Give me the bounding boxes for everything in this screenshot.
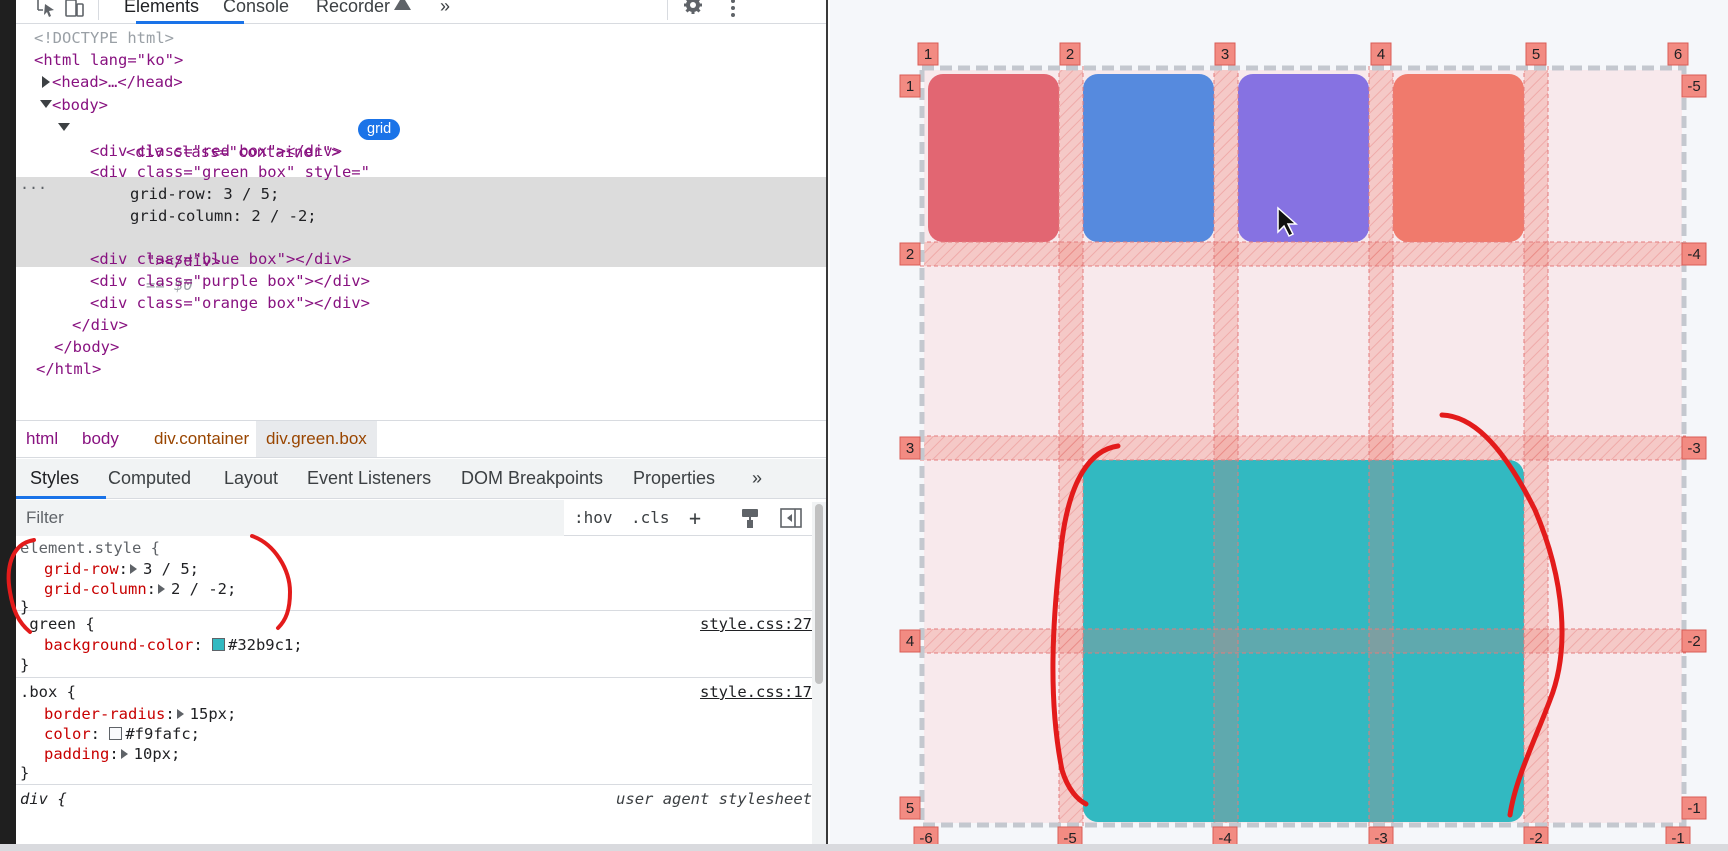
column-line-label: 5 — [1525, 42, 1547, 66]
row-labels-right: -5 -4 -3 -2 -1 — [1681, 74, 1707, 820]
column-line-label: 4 — [1370, 42, 1392, 66]
row-gap — [1083, 629, 1524, 653]
row-line-label: 2 — [899, 242, 921, 266]
orange-box[interactable] — [1393, 74, 1524, 242]
row-labels-left: 1 2 3 4 5 — [899, 74, 921, 820]
window-bottom-edge — [0, 844, 1728, 851]
column-line-label: 3 — [1214, 42, 1236, 66]
row-gap — [924, 436, 1682, 460]
svg-text:2: 2 — [1066, 46, 1074, 63]
svg-text:-2: -2 — [1687, 633, 1700, 650]
column-labels-top: 1 2 3 4 5 6 — [917, 42, 1689, 66]
row-line-label: 3 — [899, 436, 921, 460]
row-line-label: -5 — [1681, 74, 1707, 98]
svg-text:4: 4 — [906, 633, 914, 650]
svg-text:5: 5 — [906, 800, 914, 817]
column-line-label: 6 — [1667, 42, 1689, 66]
blue-box[interactable] — [1083, 74, 1214, 242]
row-line-label: -1 — [1681, 796, 1707, 820]
svg-text:-4: -4 — [1687, 246, 1700, 263]
row-line-label: -4 — [1681, 242, 1707, 266]
svg-text:5: 5 — [1532, 46, 1540, 63]
row-line-label: 5 — [899, 796, 921, 820]
svg-text:-1: -1 — [1687, 800, 1700, 817]
svg-text:4: 4 — [1377, 46, 1385, 63]
row-line-label: -3 — [1681, 436, 1707, 460]
grid-overlay: 123456 12345 -5-4-3-2-1 -6 -5 -4 -3 -2 -1 — [899, 42, 1707, 850]
purple-box[interactable] — [1238, 74, 1369, 242]
svg-text:1: 1 — [906, 78, 914, 95]
svg-text:1: 1 — [924, 46, 932, 63]
svg-text:3: 3 — [1221, 46, 1229, 63]
svg-text:6: 6 — [1674, 46, 1682, 63]
svg-text:3: 3 — [906, 440, 914, 457]
row-gap — [924, 242, 1682, 266]
red-box[interactable] — [928, 74, 1059, 242]
row-line-label: 4 — [899, 629, 921, 653]
row-line-label: 1 — [899, 74, 921, 98]
svg-text:2: 2 — [906, 246, 914, 263]
column-line-label: 2 — [1059, 42, 1081, 66]
column-line-label: 1 — [917, 42, 939, 66]
svg-text:-5: -5 — [1687, 78, 1700, 95]
row-line-label: -2 — [1681, 629, 1707, 653]
svg-text:-3: -3 — [1687, 440, 1700, 457]
